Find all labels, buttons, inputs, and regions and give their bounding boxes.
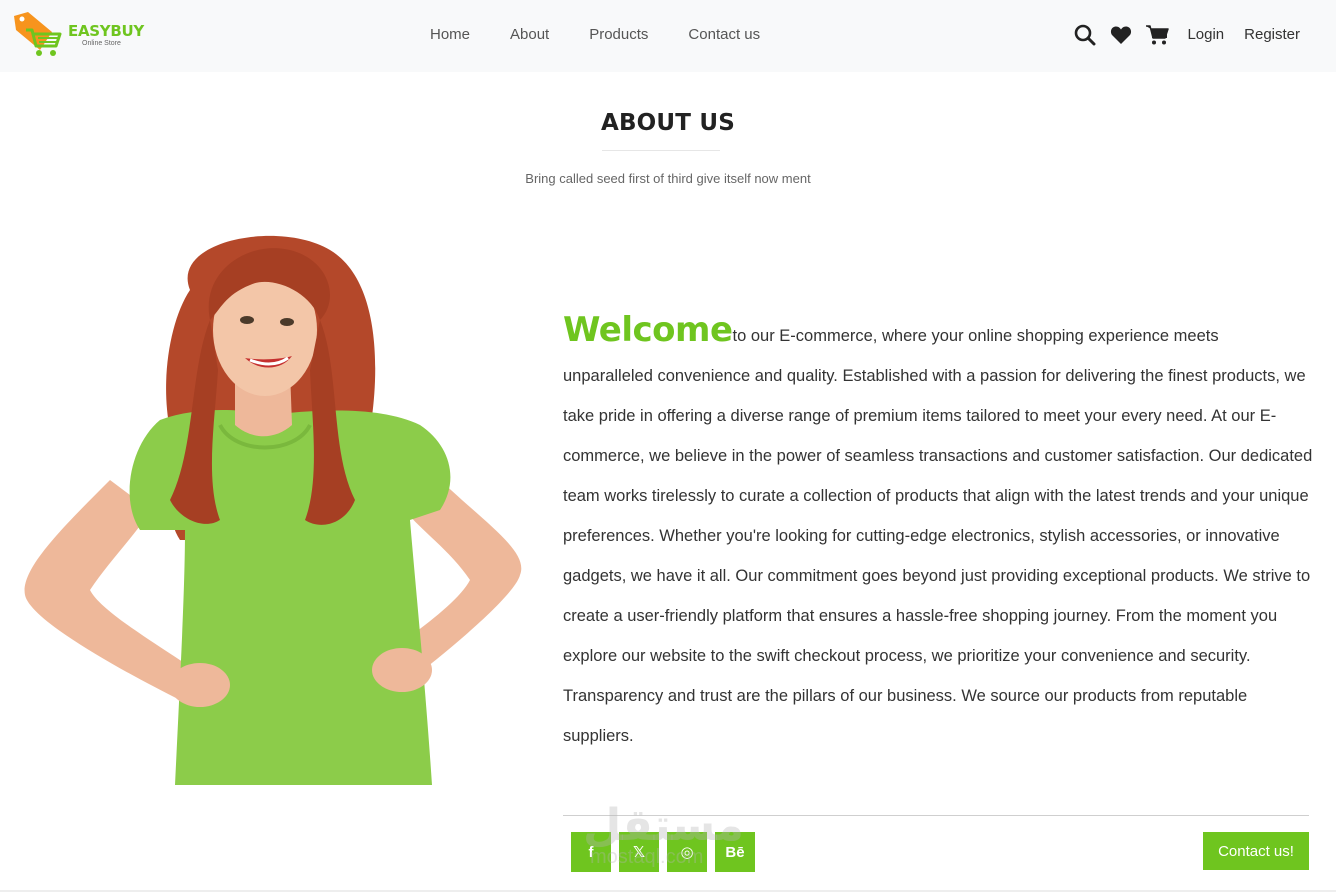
brand-tagline: Online Store <box>82 39 121 47</box>
nav-link-products[interactable]: Products <box>589 22 648 48</box>
cart-icon[interactable] <box>1145 23 1170 47</box>
shopping-tag-cart-icon <box>12 10 64 60</box>
watermark-url: mostaql.com <box>590 846 704 868</box>
about-body-text: to our E-commerce, where your online sho… <box>563 327 1313 745</box>
brand-logo[interactable]: EASYBUY Online Store <box>12 10 147 60</box>
search-icon[interactable] <box>1073 23 1097 47</box>
nav-link-contact[interactable]: Contact us <box>688 22 760 48</box>
register-link[interactable]: Register <box>1244 20 1300 50</box>
title-divider <box>602 150 720 151</box>
heart-icon[interactable] <box>1109 23 1133 47</box>
main-nav: Home About Products Contact us <box>430 22 800 48</box>
about-description: Welcometo our E-commerce, where your onl… <box>563 310 1313 756</box>
page-subtitle: Bring called seed first of third give it… <box>525 171 811 186</box>
welcome-heading: Welcome <box>563 310 733 350</box>
brand-name: EASYBUY <box>68 21 144 40</box>
contact-us-button[interactable]: Contact us! <box>1203 832 1309 870</box>
nav-link-about[interactable]: About <box>510 22 549 48</box>
watermark-logo: مستقل <box>583 800 744 851</box>
hero-image-woman-green-shirt <box>20 230 530 790</box>
navbar: EASYBUY Online Store Home About Products… <box>0 0 1336 72</box>
page-title: ABOUT US <box>600 110 736 136</box>
nav-actions: Login Register <box>1073 20 1300 50</box>
nav-link-home[interactable]: Home <box>430 22 470 48</box>
login-link[interactable]: Login <box>1187 20 1224 50</box>
